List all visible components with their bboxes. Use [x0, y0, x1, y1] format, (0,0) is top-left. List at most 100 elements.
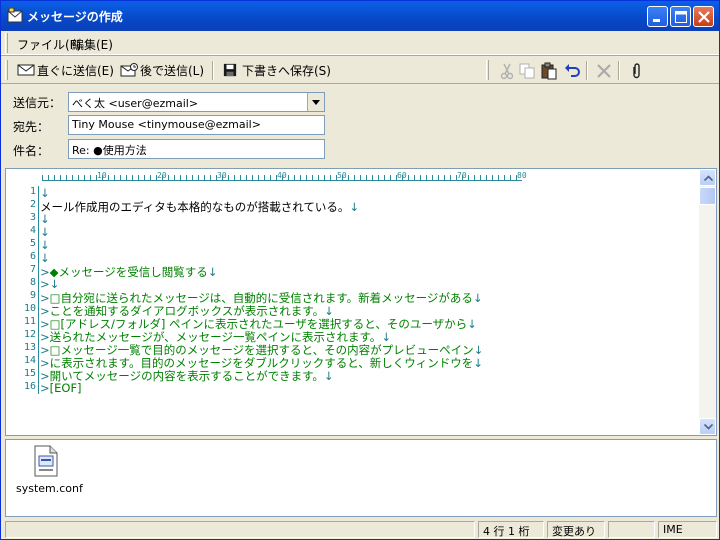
line-gutter	[38, 329, 39, 342]
toolbar-separator	[212, 61, 214, 80]
message-header: 送信元： べく太 <user@ezmail> 宛先： Tiny Mouse <t…	[1, 85, 719, 165]
scroll-thumb[interactable]	[699, 187, 716, 205]
line-gutter	[38, 238, 39, 251]
editor-line: 16 >[EOF]	[6, 381, 696, 395]
editor-line: 4 ↓	[6, 225, 696, 239]
subject-field[interactable]: Re: ●使用方法	[68, 139, 325, 159]
editor-line: 14 >に表示されます。目的のメッセージをダブルクリックすると、新しくウィンドウを…	[6, 355, 696, 370]
delete-icon[interactable]	[595, 62, 613, 80]
status-pane-blank	[608, 521, 655, 538]
menu-edit[interactable]: 編集(E)	[72, 36, 113, 53]
cut-icon[interactable]	[498, 62, 516, 80]
line-number: 2	[29, 199, 36, 210]
attachment-item[interactable]	[32, 445, 60, 477]
subject-label: 件名：	[13, 144, 50, 158]
line-gutter	[38, 186, 39, 199]
copy-icon[interactable]	[518, 62, 536, 80]
toolbar: 直ぐに送信(E) 後で送信(L) 下書きへ保存(S)	[1, 57, 719, 84]
line-number: 13	[23, 342, 36, 353]
title-bar[interactable]: メッセージの作成	[1, 1, 719, 31]
status-cursor-position: 4 行 1 桁	[478, 521, 544, 538]
toolbar-separator-3	[618, 61, 620, 80]
toolbar-separator-2	[586, 61, 588, 80]
status-bar: 4 行 1 桁 変更あり IME	[1, 519, 719, 539]
save-draft-button[interactable]: 下書きへ保存(S)	[222, 61, 331, 80]
line-text: ↓	[40, 238, 50, 252]
save-draft-label: 下書きへ保存(S)	[242, 64, 331, 78]
line-number: 6	[29, 251, 36, 262]
config-file-icon	[34, 445, 58, 477]
compose-window: メッセージの作成 ファイル(F) 編集(E) 直ぐに送信(E) 後で送信(L) …	[0, 0, 720, 540]
line-number: 4	[29, 225, 36, 236]
line-gutter	[38, 277, 39, 290]
maximize-icon	[675, 11, 687, 23]
line-number: 12	[23, 329, 36, 340]
message-body-editor[interactable]: 10 20 30 40 50 60 70 80 1 ↓ 2 メール作成用のエディタも本…	[5, 168, 717, 436]
line-gutter	[38, 264, 39, 277]
from-dropdown[interactable]: べく太 <user@ezmail>	[68, 92, 325, 112]
ruler-mark: 20	[157, 171, 167, 180]
attachment-filename[interactable]: system.conf	[16, 482, 83, 495]
menu-bar: ファイル(F) 編集(E)	[1, 31, 719, 55]
line-gutter	[38, 381, 39, 394]
undo-icon[interactable]	[563, 62, 581, 80]
status-ime: IME	[658, 521, 717, 538]
line-gutter	[38, 368, 39, 381]
close-button[interactable]	[693, 6, 714, 27]
line-text: >[EOF]	[40, 381, 82, 395]
maximize-button[interactable]	[670, 6, 691, 27]
chevron-down-icon	[704, 424, 713, 430]
minimize-icon	[653, 19, 660, 22]
send-later-button[interactable]: 後で送信(L)	[120, 61, 206, 80]
line-number: 15	[23, 368, 36, 379]
editor-line: 1 ↓	[6, 186, 696, 200]
toolbar-grip[interactable]	[5, 60, 8, 80]
ruler-mark: 80	[517, 171, 527, 180]
line-gutter	[38, 303, 39, 316]
menubar-grip[interactable]	[5, 33, 8, 53]
line-text: ↓	[40, 251, 50, 265]
scroll-up-button[interactable]	[699, 169, 716, 186]
line-break-mark: ↓	[40, 225, 50, 239]
ruler-mark: 40	[277, 171, 287, 180]
status-pane-main	[5, 521, 475, 538]
subject-value: Re: ●使用方法	[72, 144, 147, 157]
toolbar2-grip[interactable]	[486, 60, 489, 80]
ruler-mark: 60	[397, 171, 407, 180]
editor-line: 3 ↓	[6, 212, 696, 226]
line-number: 1	[29, 186, 36, 197]
line-number: 9	[29, 290, 36, 301]
editor-line: 7 >◆メッセージを受信し閲覧する↓	[6, 264, 696, 279]
line-text: >↓	[40, 277, 59, 291]
paperclip-icon[interactable]	[627, 62, 645, 80]
vertical-scrollbar[interactable]	[699, 169, 716, 435]
line-gutter	[38, 251, 39, 264]
editor-line: 8 >↓	[6, 277, 696, 291]
line-number: 3	[29, 212, 36, 223]
line-break-mark: ↓	[40, 238, 50, 252]
line-gutter	[38, 199, 39, 212]
minimize-button[interactable]	[647, 6, 668, 27]
line-text: ↓	[40, 225, 50, 239]
close-icon	[698, 11, 710, 23]
scroll-down-button[interactable]	[699, 418, 716, 435]
line-gutter	[38, 316, 39, 329]
line-break-mark: ↓	[40, 212, 50, 226]
ruler-mark: 10	[97, 171, 107, 180]
status-modified: 変更あり	[547, 521, 605, 538]
editor-line: 9 >□自分宛に送られたメッセージは、自動的に受信されます。新着メッセージがある↓	[6, 290, 696, 305]
line-gutter	[38, 355, 39, 368]
send-now-button[interactable]: 直ぐに送信(E)	[17, 61, 114, 80]
editor-line: 6 ↓	[6, 251, 696, 265]
line-content: [EOF]	[49, 381, 82, 395]
mail-compose-icon	[7, 8, 23, 23]
ruler-mark: 70	[457, 171, 467, 180]
quote-marker: >	[40, 381, 50, 395]
to-field[interactable]: Tiny Mouse <tinymouse@ezmail>	[68, 115, 325, 135]
chevron-down-icon[interactable]	[307, 93, 324, 111]
editor-line: 2 メール作成用のエディタも本格的なものが搭載されている。↓	[6, 199, 696, 214]
line-gutter	[38, 290, 39, 303]
paste-icon[interactable]	[540, 62, 558, 80]
line-number: 7	[29, 264, 36, 275]
quote-marker: >	[40, 277, 50, 291]
